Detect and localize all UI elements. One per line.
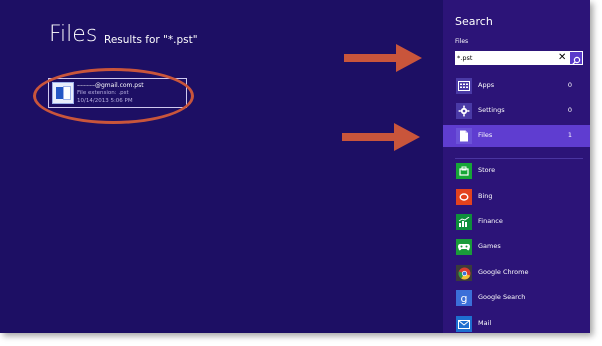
bing-icon	[456, 189, 472, 205]
mail-icon	[456, 316, 472, 332]
search-input[interactable]	[457, 52, 553, 64]
google-search-icon: g	[456, 290, 472, 306]
magnifier-icon	[572, 56, 581, 66]
results-label: Results for "*.pst"	[104, 34, 198, 46]
category-count: 1	[567, 131, 572, 139]
app-label: Mail	[478, 319, 492, 327]
page-title: Files	[49, 22, 98, 47]
app-bing[interactable]: Bing	[443, 186, 590, 208]
charm-divider	[455, 158, 583, 159]
category-count: 0	[567, 81, 572, 89]
finance-icon	[456, 214, 472, 230]
start-search-screen: Files Results for "*.pst" ––––––@gmail.c…	[0, 0, 590, 333]
category-settings[interactable]: Settings 0	[443, 100, 590, 122]
category-files[interactable]: Files 1	[443, 125, 590, 147]
app-google-search[interactable]: g Google Search	[443, 287, 590, 309]
app-label: Store	[478, 166, 496, 174]
search-go-button[interactable]	[570, 52, 582, 66]
app-label: Finance	[478, 217, 503, 225]
app-label: Bing	[478, 192, 493, 200]
games-icon	[456, 239, 472, 255]
clear-x-icon[interactable]: ✕	[558, 51, 566, 65]
app-store[interactable]: Store	[443, 160, 590, 182]
app-google-chrome[interactable]: Google Chrome	[443, 262, 590, 284]
app-label: Google Search	[478, 293, 526, 301]
svg-text:g: g	[461, 292, 468, 304]
annotation-ellipse	[33, 68, 194, 124]
store-icon	[456, 163, 472, 179]
app-label: Google Chrome	[478, 268, 529, 276]
search-scope-label: Files	[455, 38, 469, 45]
category-label: Apps	[478, 81, 495, 89]
app-mail[interactable]: Mail	[443, 313, 590, 333]
category-apps[interactable]: Apps 0	[443, 75, 590, 97]
search-charm-pane: Search Files ✕ Apps 0	[443, 0, 590, 333]
chrome-icon	[456, 265, 472, 281]
app-finance[interactable]: Finance	[443, 211, 590, 233]
annotation-arrow-files-category	[342, 123, 420, 151]
charm-title: Search	[455, 15, 493, 28]
annotation-arrow-search-box	[344, 44, 422, 72]
apps-icon	[456, 78, 472, 94]
category-count: 0	[567, 106, 572, 114]
category-label: Files	[478, 131, 493, 139]
category-label: Settings	[478, 106, 505, 114]
gear-icon	[456, 103, 472, 119]
document-icon	[456, 128, 472, 144]
app-games[interactable]: Games	[443, 236, 590, 258]
app-label: Games	[478, 242, 501, 250]
search-box: ✕	[455, 51, 583, 66]
